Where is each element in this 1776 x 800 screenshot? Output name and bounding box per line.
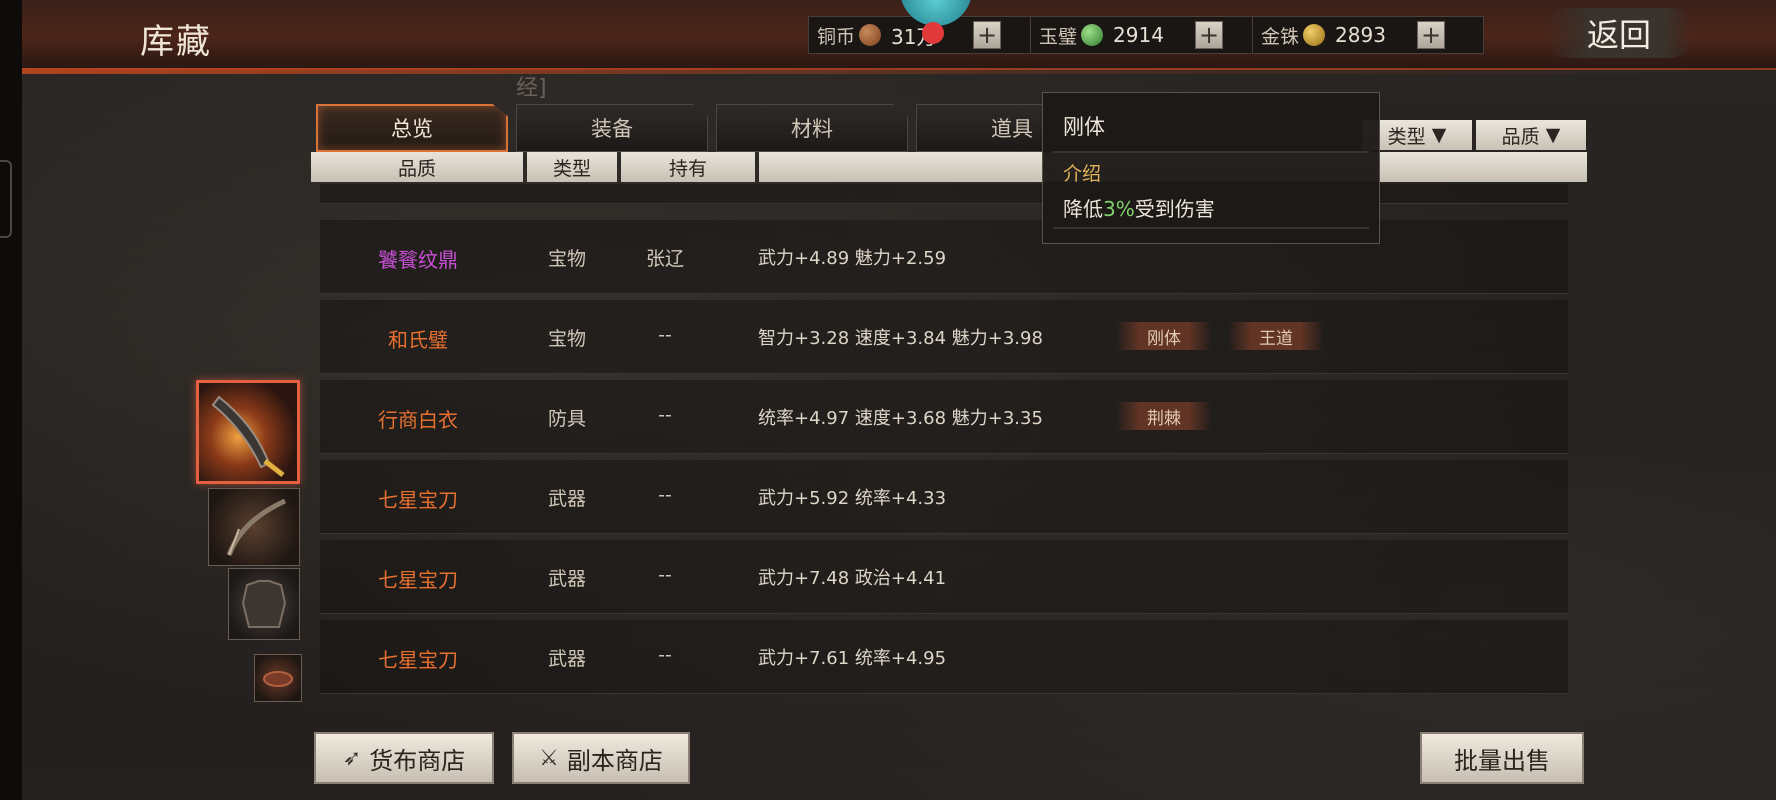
item-stats: 武力+5.92 统率+4.33 [758, 488, 947, 509]
currency-value: 2914 [1113, 23, 1164, 47]
add-gold-button[interactable]: + [1417, 21, 1446, 49]
jade-disc-icon [1081, 24, 1104, 46]
item-name: 七星宝刀 [378, 488, 458, 512]
dungeon-shop-label: 副本商店 [566, 746, 663, 775]
tooltip-divider [1053, 227, 1369, 229]
item-stats: 武力+7.48 政治+4.41 [758, 568, 947, 589]
back-button[interactable]: 返回 [1544, 8, 1694, 58]
currency-jade: 玉璧 2914 + [1030, 16, 1258, 54]
item-holder: -- [658, 484, 672, 506]
top-bar: 库藏 铜币 31万 + 玉璧 2914 + 金铢 2893 + 返回 [22, 0, 1776, 74]
shop-arrow-icon: ➶ [342, 745, 362, 771]
item-holder: -- [658, 324, 672, 346]
sort-by-quality[interactable]: 品质 [311, 152, 523, 182]
dungeon-shop-button[interactable]: ⚔ 副本商店 [512, 732, 690, 784]
tooltip-text: 受到伤害 [1134, 197, 1215, 221]
small-item-icon[interactable] [254, 654, 302, 702]
currency-label: 铜币 [817, 25, 856, 48]
chevron-down-icon: ▼ [1545, 124, 1561, 146]
currency-label: 金铢 [1261, 25, 1300, 48]
table-row[interactable]: 行商白衣 防具 -- 统率+4.97 速度+3.68 魅力+3.35 荆棘 [320, 380, 1568, 454]
notification-dot-icon [922, 22, 944, 44]
table-row[interactable]: 七星宝刀 武器 -- 武力+5.92 统率+4.33 [320, 460, 1568, 534]
item-type: 武器 [547, 568, 586, 590]
table-row[interactable]: 饕餮纹鼎 宝物 张辽 武力+4.89 魅力+2.59 [320, 220, 1568, 294]
sort-by-type[interactable]: 类型 [527, 152, 617, 182]
currency-shop-label: 货布商店 [369, 746, 466, 775]
item-holder: -- [658, 404, 672, 426]
table-row[interactable]: 和氏璧 宝物 -- 智力+3.28 速度+3.84 魅力+3.98 刚体 王道 [320, 300, 1568, 374]
bow-weapon-icon[interactable] [208, 488, 300, 566]
blade-weapon-icon[interactable] [196, 380, 300, 484]
bulk-sell-button[interactable]: 批量出售 [1420, 732, 1584, 784]
trait-tag[interactable]: 刚体 [1116, 322, 1212, 350]
tooltip-section-label: 介绍 [1063, 163, 1102, 185]
table-row[interactable]: 七星宝刀 武器 -- 武力+7.61 统率+4.95 [320, 620, 1568, 694]
type-filter-label: 类型 [1387, 125, 1426, 148]
faded-label: 经] [516, 76, 547, 101]
column-header: 品质 类型 持有 [311, 152, 1587, 184]
inventory-list: 饕餮纹鼎 宝物 张辽 武力+4.89 魅力+2.59 和氏璧 宝物 -- 智力+… [320, 184, 1568, 714]
item-stats: 统率+4.97 速度+3.68 魅力+3.35 [758, 408, 1043, 429]
quality-filter-dropdown[interactable]: 品质 ▼ [1476, 120, 1586, 150]
item-name: 和氏璧 [388, 328, 448, 352]
tab-equipment[interactable]: 装备 [516, 104, 708, 152]
armor-icon[interactable] [228, 568, 300, 640]
left-edge [0, 0, 22, 800]
item-name: 饕餮纹鼎 [378, 248, 458, 272]
item-type: 宝物 [547, 248, 586, 270]
trait-tag[interactable]: 荆棘 [1116, 402, 1212, 430]
tooltip-divider [1053, 151, 1369, 153]
item-type: 宝物 [547, 328, 586, 350]
item-stats: 武力+7.61 统率+4.95 [758, 648, 947, 669]
item-type: 武器 [547, 648, 586, 670]
tab-overview[interactable]: 总览 [316, 104, 508, 152]
quality-filter-label: 品质 [1501, 125, 1540, 148]
currency-shop-button[interactable]: ➶ 货布商店 [314, 732, 494, 784]
item-name: 行商白衣 [378, 408, 458, 432]
table-row-partial[interactable] [320, 184, 1568, 204]
currency-gold: 金铢 2893 + [1252, 16, 1484, 54]
gold-coin-icon [1303, 24, 1326, 46]
item-type: 武器 [547, 488, 586, 510]
page-title: 库藏 [140, 22, 212, 62]
item-type: 防具 [547, 408, 586, 430]
tooltip-title: 刚体 [1063, 115, 1105, 139]
add-jade-button[interactable]: + [1195, 21, 1224, 49]
tooltip-description: 降低3%受到伤害 [1063, 193, 1215, 222]
trait-tooltip: 刚体 介绍 降低3%受到伤害 [1042, 92, 1380, 244]
tooltip-text: 降低 [1063, 197, 1103, 221]
currency-value: 2893 [1335, 23, 1386, 47]
sort-by-holder[interactable]: 持有 [621, 152, 755, 182]
item-name: 七星宝刀 [378, 568, 458, 592]
item-holder: -- [658, 644, 672, 666]
sword-icon: ⚔ [539, 745, 559, 771]
tab-materials[interactable]: 材料 [716, 104, 908, 152]
item-stats: 武力+4.89 魅力+2.59 [758, 248, 947, 269]
currency-label: 玉璧 [1039, 25, 1078, 48]
item-holder: 张辽 [645, 248, 684, 270]
item-holder: -- [658, 564, 672, 586]
chevron-down-icon: ▼ [1431, 124, 1447, 146]
tooltip-value: 3% [1103, 197, 1135, 221]
table-row[interactable]: 七星宝刀 武器 -- 武力+7.48 政治+4.41 [320, 540, 1568, 614]
copper-coin-icon [859, 24, 882, 46]
trait-tag[interactable]: 王道 [1228, 322, 1324, 350]
add-copper-button[interactable]: + [973, 21, 1002, 49]
item-stats: 智力+3.28 速度+3.84 魅力+3.98 [758, 328, 1043, 349]
side-handle[interactable] [0, 160, 12, 238]
item-name: 七星宝刀 [378, 648, 458, 672]
